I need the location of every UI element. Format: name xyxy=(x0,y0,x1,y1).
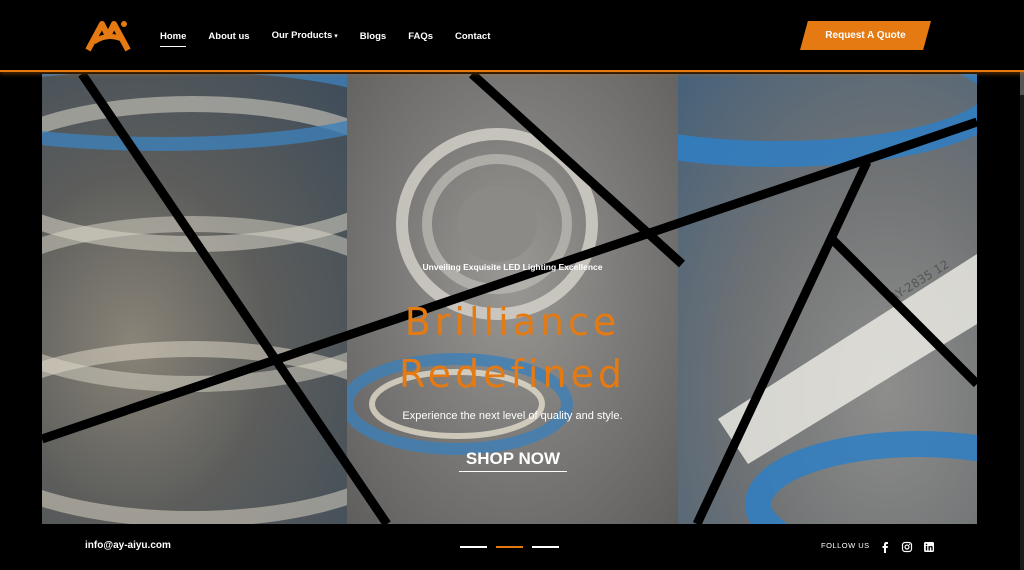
chevron-down-icon: ▾ xyxy=(334,33,338,40)
nav-our-products[interactable]: Our Products ▾ xyxy=(272,29,338,44)
request-quote-button[interactable]: Request A Quote xyxy=(800,21,931,50)
shop-now-button[interactable]: SHOP NOW xyxy=(459,449,567,472)
instagram-icon[interactable] xyxy=(901,541,913,553)
nav-about-us[interactable]: About us xyxy=(208,30,249,44)
hero-subtitle: Unveiling Exquisite LED Lighting Excelle… xyxy=(422,262,603,272)
page-scrollbar[interactable] xyxy=(1020,0,1024,570)
slide-indicators xyxy=(460,546,568,548)
nav-home[interactable]: Home xyxy=(160,30,187,47)
site-header: Home About us Our Products ▾ Blogs FAQs C… xyxy=(0,0,1024,72)
hero-footer-bar: info@ay-aiyu.com FOLLOW US xyxy=(0,524,1024,570)
hero-title: Brilliance Redefined xyxy=(327,296,698,400)
contact-email-link[interactable]: info@ay-aiyu.com xyxy=(85,540,171,551)
hero-title-line-1: Brilliance xyxy=(404,300,621,344)
hero-content: Unveiling Exquisite LED Lighting Excelle… xyxy=(347,74,678,524)
slide-indicator-1[interactable] xyxy=(460,546,487,548)
facebook-icon[interactable] xyxy=(879,541,891,553)
nav-contact[interactable]: Contact xyxy=(455,30,490,44)
slide-indicator-3[interactable] xyxy=(532,546,559,548)
follow-us-label: FOLLOW US xyxy=(821,541,870,550)
nav-our-products-label: Our Products xyxy=(271,30,333,41)
slide-indicator-2[interactable] xyxy=(496,546,523,548)
nav-blogs[interactable]: Blogs xyxy=(360,30,386,44)
main-nav: Home About us Our Products ▾ Blogs FAQs C… xyxy=(160,29,512,47)
hero-title-line-2: Redefined xyxy=(398,352,627,396)
linkedin-icon[interactable] xyxy=(923,541,935,553)
hero-description: Experience the next level of quality and… xyxy=(402,410,623,422)
hero-banner: AY-2835 12 Unveiling Exquisite LED Light… xyxy=(42,74,977,524)
nav-faqs[interactable]: FAQs xyxy=(408,30,433,44)
brand-logo[interactable] xyxy=(84,16,132,56)
